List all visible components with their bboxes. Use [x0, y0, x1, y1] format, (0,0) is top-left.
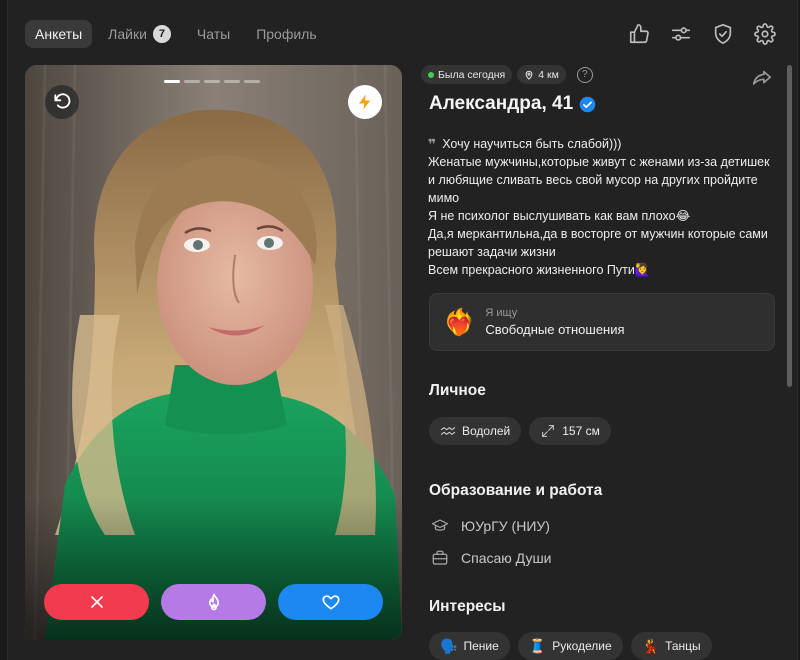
interest-pill: 💃 Танцы [630, 632, 712, 660]
bio-line: Хочу научиться быть слабой))) [442, 137, 622, 151]
speaking-head-icon: 🗣️ [440, 637, 458, 654]
height-text: 157 см [562, 424, 600, 438]
photo-dot[interactable] [204, 80, 220, 83]
superlike-button[interactable] [161, 584, 266, 620]
tab-chats-label: Чаты [196, 26, 231, 42]
status-chips: Была сегодня 4 км ? [421, 65, 593, 84]
profile-bio: ❞ Хочу научиться быть слабой))) Женатые … [428, 135, 778, 279]
undo-button[interactable] [45, 85, 79, 119]
distance-chip: 4 км [517, 65, 566, 84]
burning-heart-icon: ❤️‍🔥 [443, 306, 476, 337]
boost-button[interactable] [348, 85, 382, 119]
tab-likes[interactable]: Лайки 7 [98, 20, 181, 48]
photo-pagination [164, 80, 260, 83]
interest-pill: 🗣️ Пение [429, 632, 510, 660]
flame-icon [208, 593, 219, 611]
distance-text: 4 км [538, 68, 559, 81]
top-icons [627, 22, 777, 46]
undo-icon [54, 93, 71, 109]
zodiac-pill: Водолей [429, 417, 522, 445]
looking-for-label: Я ищу [485, 307, 518, 319]
bio-line: Женатые мужчины,которые живут с женами и… [428, 155, 770, 205]
looking-for-value: Свободные отношения [485, 322, 625, 337]
university-item: ЮУрГУ (НИУ) [431, 517, 550, 535]
share-icon [752, 70, 772, 85]
share-button[interactable] [751, 67, 773, 89]
tab-profiles-label: Анкеты [35, 26, 83, 42]
quote-icon: ❞ [428, 136, 437, 152]
scrollbar[interactable] [787, 65, 792, 387]
tab-profiles[interactable]: Анкеты [25, 20, 93, 48]
thread-icon: 🧵 [528, 637, 547, 654]
shield-icon[interactable] [711, 22, 735, 46]
name-row: Александра, 41 [429, 93, 596, 115]
interest-label: Рукоделие [552, 639, 612, 653]
bio-line: Всем прекрасного жизненного Пути🙋‍♀️ [428, 263, 651, 277]
lightning-icon [359, 94, 371, 110]
thumbs-up-icon[interactable] [627, 22, 651, 46]
interest-pill: 🧵 Рукоделие [517, 632, 623, 660]
tab-profile-label: Профиль [256, 26, 317, 42]
height-pill: 157 см [529, 417, 611, 445]
dancer-icon: 💃 [641, 637, 660, 654]
help-icon[interactable]: ? [576, 66, 593, 83]
university-text: ЮУрГУ (НИУ) [461, 518, 550, 534]
photo-dot[interactable] [244, 80, 260, 83]
profile-name: Александра, 41 [429, 93, 574, 114]
close-icon [90, 596, 103, 608]
online-status-text: Была сегодня [438, 68, 506, 81]
settings-icon[interactable] [753, 22, 777, 46]
app-window: Анкеты Лайки 7 Чаты Профиль Была сегодня… [7, 0, 798, 660]
swipe-actions [44, 584, 383, 620]
heart-icon [321, 595, 340, 610]
tab-chats[interactable]: Чаты [187, 20, 240, 48]
profile-photo-card[interactable] [25, 65, 402, 640]
online-status-chip: Была сегодня [421, 65, 513, 84]
bio-line: Да,я меркантильна,да в восторге от мужчи… [428, 227, 768, 259]
top-nav: Анкеты Лайки 7 Чаты Профиль [25, 20, 327, 48]
online-dot-icon [428, 71, 434, 78]
tab-profile[interactable]: Профиль [246, 20, 326, 48]
looking-for-card: ❤️‍🔥 Я ищу Свободные отношения [429, 293, 775, 351]
likes-count-badge: 7 [152, 25, 171, 43]
like-button[interactable] [278, 584, 383, 620]
bio-line: Я не психолог выслушивать как вам плохо😂 [428, 209, 691, 223]
profile-photo [25, 65, 402, 640]
interest-label: Пение [463, 639, 499, 653]
zodiac-text: Водолей [462, 424, 511, 438]
expand-arrows-icon [542, 425, 555, 437]
graduation-cap-icon [431, 519, 449, 531]
photo-dot[interactable] [224, 80, 240, 83]
aquarius-icon [440, 427, 456, 435]
job-item: Спасаю Души [431, 549, 552, 567]
briefcase-icon [432, 550, 448, 565]
interest-label: Танцы [665, 639, 701, 653]
dislike-button[interactable] [44, 584, 149, 620]
photo-dot[interactable] [164, 80, 180, 83]
personal-pills: Водолей 157 см [429, 417, 611, 445]
personal-section-title: Личное [429, 382, 486, 399]
interests-pills: 🗣️ Пение 🧵 Рукоделие 💃 Танцы [429, 632, 712, 660]
interests-section-title: Интересы [429, 598, 506, 615]
location-pin-icon [525, 70, 533, 80]
education-section-title: Образование и работа [429, 482, 603, 499]
profile-info: Была сегодня 4 км ? Александра, 41 ❞ Хоч… [421, 65, 781, 660]
job-text: Спасаю Души [461, 550, 552, 566]
verified-icon [579, 96, 596, 112]
filters-icon[interactable] [669, 22, 693, 46]
tab-likes-label: Лайки [108, 26, 147, 42]
photo-dot[interactable] [184, 80, 200, 83]
